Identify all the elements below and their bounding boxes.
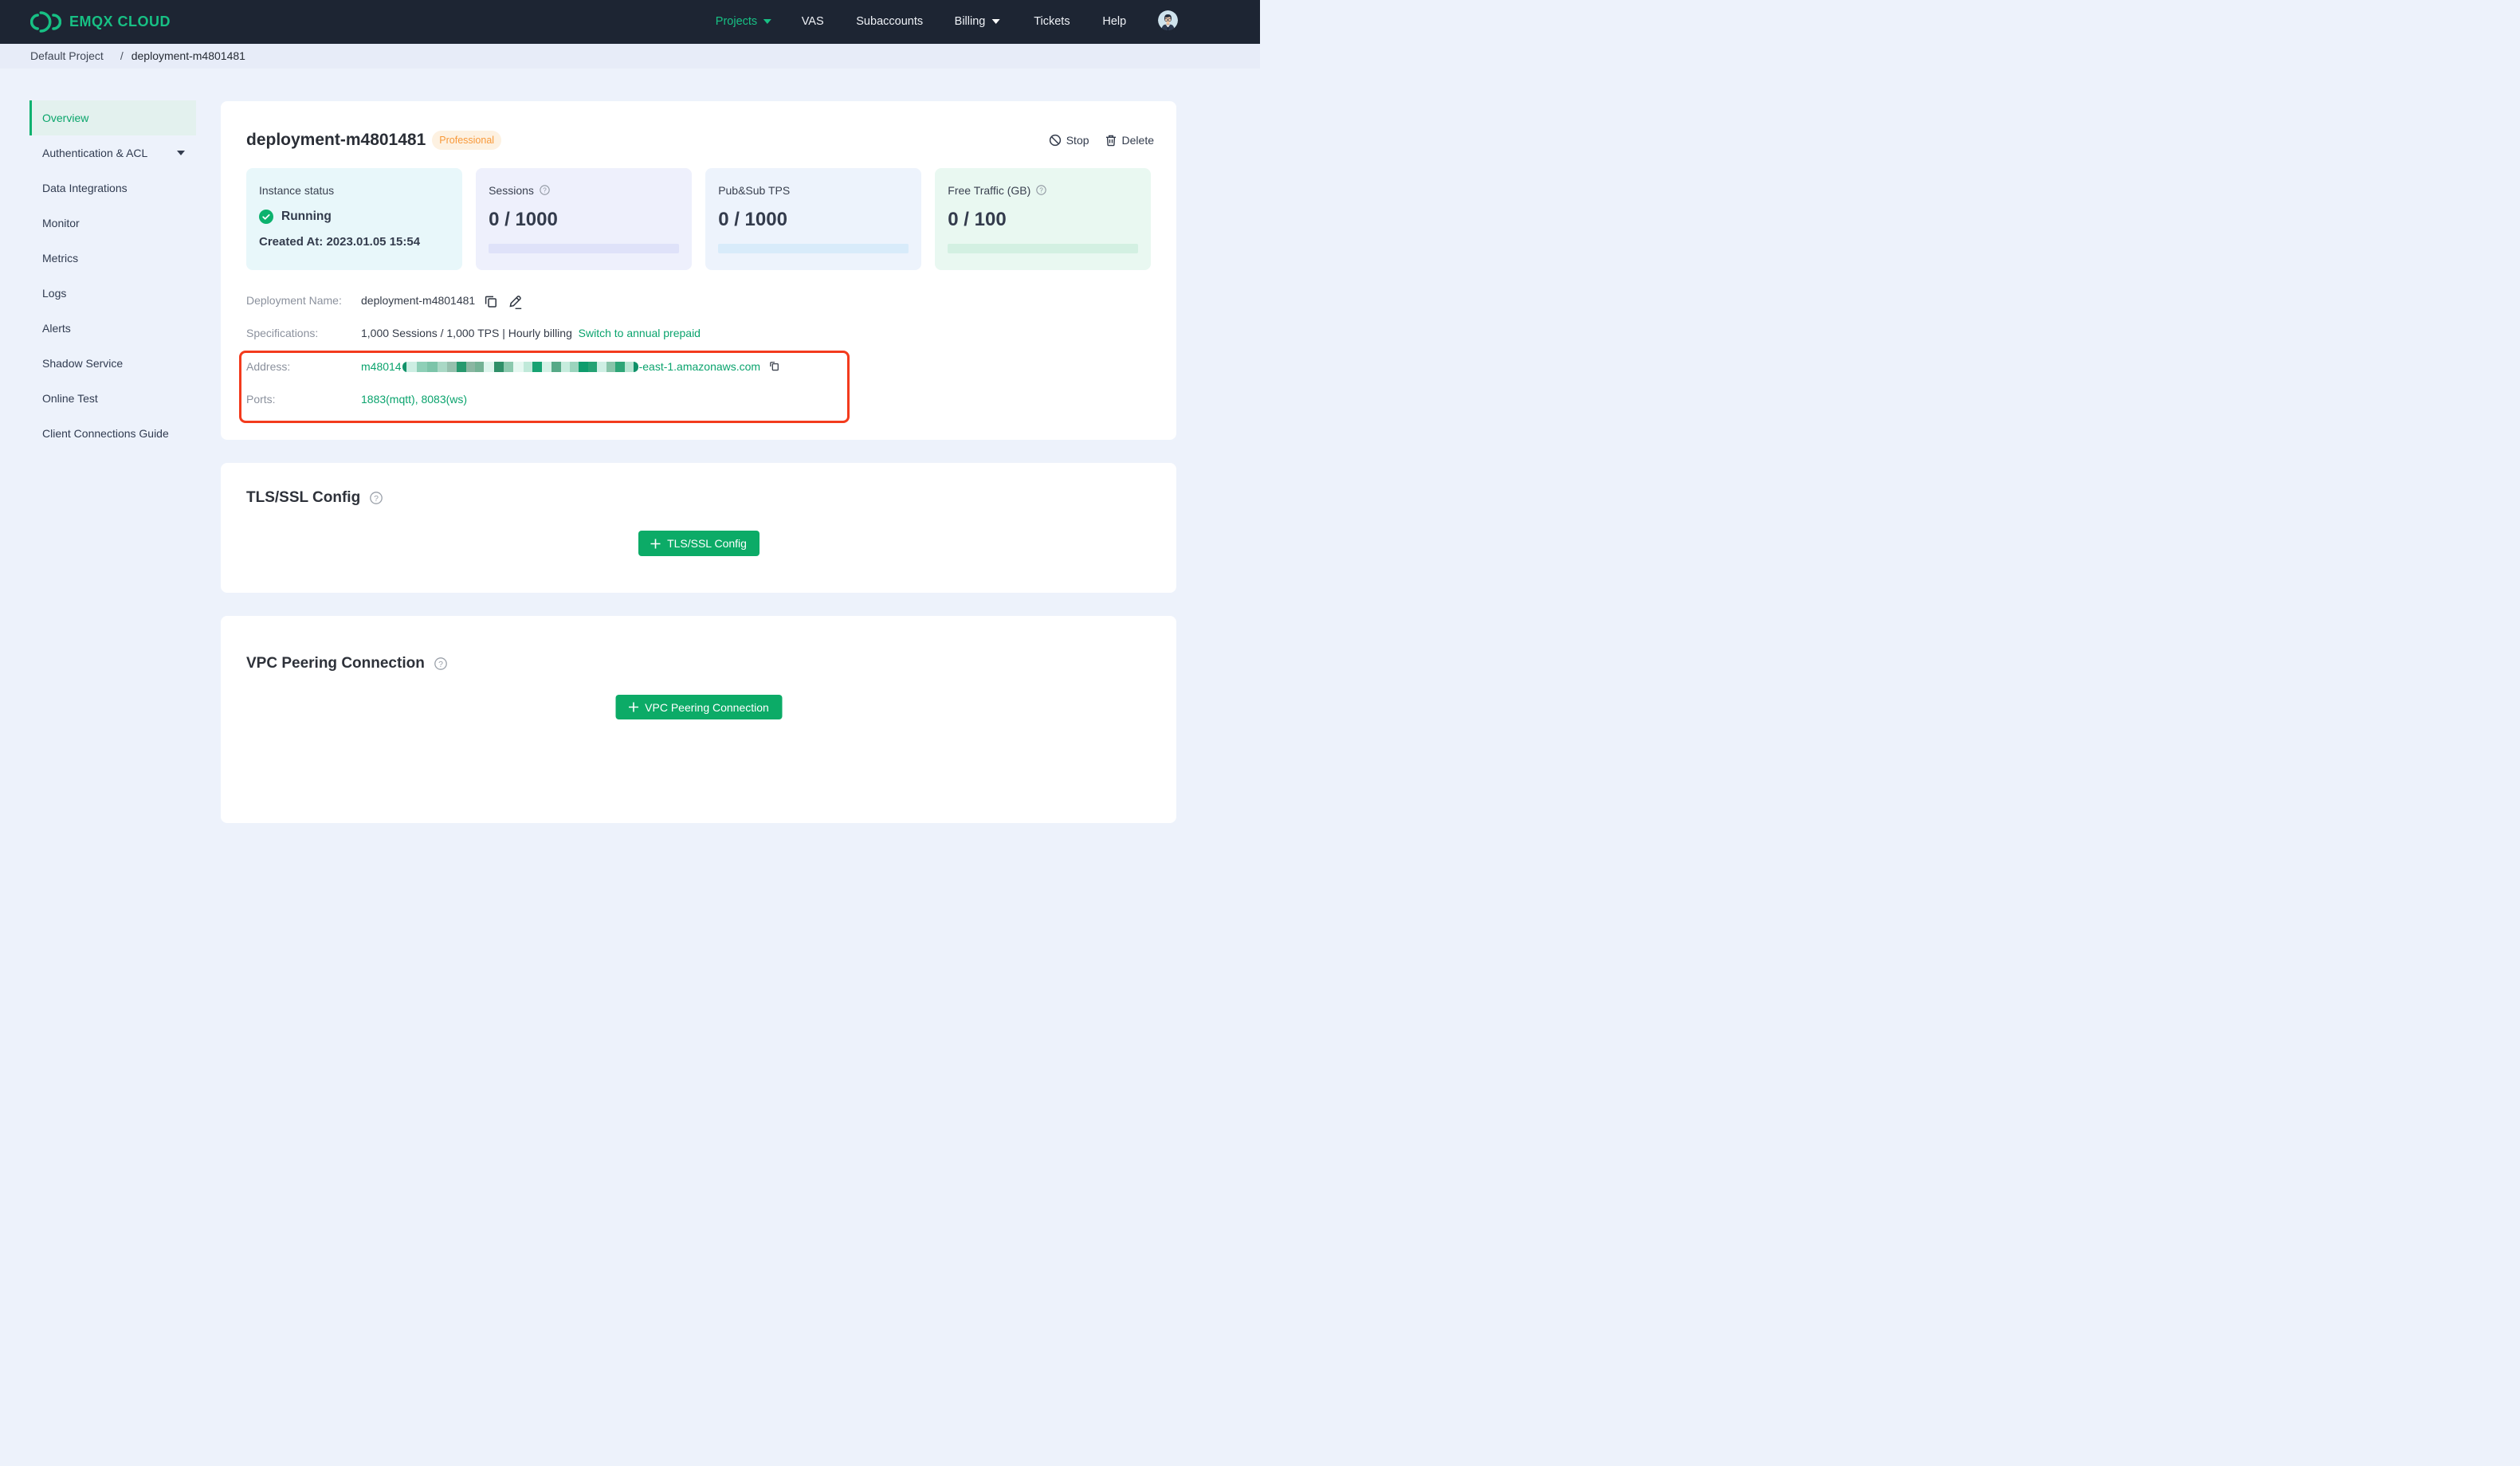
svg-text:?: ? xyxy=(374,494,379,504)
svg-text:?: ? xyxy=(438,660,443,669)
svg-text:?: ? xyxy=(1040,187,1044,194)
svg-text:?: ? xyxy=(543,187,547,194)
